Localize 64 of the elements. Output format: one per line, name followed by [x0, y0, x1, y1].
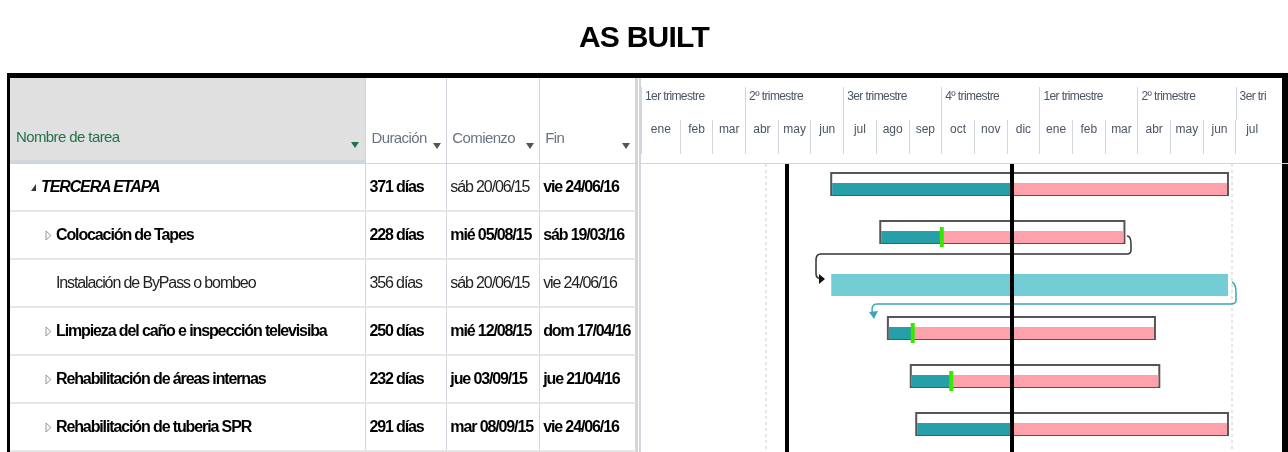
table-cell-text: vie 24/06/16	[543, 177, 619, 197]
month-label: ene	[1046, 121, 1067, 138]
table-cell-text: 371 días	[369, 177, 424, 197]
task-name: Rehabilitación de tuberia SPR	[56, 417, 252, 437]
table-cell-text: sáb 20/06/15	[450, 273, 530, 293]
table-cell-text: 228 días	[369, 225, 424, 245]
task-name: TERCERA ETAPA	[41, 177, 160, 197]
page-title: AS BUILT	[578, 19, 710, 55]
month-label: abr	[753, 121, 771, 138]
table-cell-text: 356 días	[369, 273, 422, 293]
month-label: jul	[1246, 121, 1259, 138]
month-label: mar	[718, 121, 740, 138]
dropdown-arrow-icon[interactable]	[351, 142, 360, 148]
quarter-label: 1er trimestre	[1043, 89, 1103, 103]
month-label: sep	[915, 121, 935, 138]
month-label: jun	[1211, 121, 1228, 138]
month-label: feb	[688, 121, 705, 138]
quarter-label: 1er trimestre	[645, 89, 705, 103]
column-header[interactable]: Comienzo	[447, 78, 541, 163]
task-name: Limpieza del caño e inspección televisiba	[56, 321, 327, 341]
summary-bar[interactable]	[830, 172, 1229, 196]
task-name: Instalación de ByPass o bombeo	[56, 273, 256, 293]
column-header[interactable]: Fin	[540, 78, 636, 163]
quarter-label: 4º trimestre	[945, 89, 1000, 103]
column-header[interactable]: Duración	[366, 78, 448, 163]
table-cell-text: vie 24/06/16	[543, 417, 619, 437]
summary-bar[interactable]	[886, 316, 1156, 340]
table-cell-text: jue 21/04/16	[543, 369, 620, 389]
summary-bar[interactable]	[915, 412, 1229, 436]
table-cell-text: jue 03/09/15	[450, 369, 527, 389]
quarter-label: 2º trimestre	[749, 89, 803, 103]
table-cell-text: sáb 19/03/16	[543, 225, 624, 245]
table-cell-text: 291 días	[369, 417, 424, 437]
task-name: Rehabilitación de áreas internas	[56, 369, 266, 389]
month-label: jul	[853, 121, 866, 138]
table-cell-text: dom 17/04/16	[543, 321, 631, 341]
month-label: dic	[1015, 121, 1032, 138]
dropdown-arrow-icon[interactable]	[433, 143, 442, 149]
month-label: may	[1175, 121, 1199, 138]
table-cell-text: 250 días	[369, 321, 424, 341]
table-cell-text: mié 05/08/15	[450, 225, 532, 245]
dropdown-arrow-icon[interactable]	[526, 143, 535, 149]
month-label: ene	[650, 121, 671, 138]
table-cell-text: mié 12/08/15	[450, 321, 532, 341]
table-cell-text: sáb 20/06/15	[450, 177, 530, 197]
summary-bar[interactable]	[879, 220, 1126, 244]
month-label: nov	[981, 121, 1001, 138]
quarter-label: 3er tri	[1239, 89, 1267, 103]
table-cell-text: mar 08/09/15	[450, 417, 533, 437]
task-name: Colocación de Tapes	[56, 225, 194, 245]
month-label: ago	[882, 121, 903, 138]
month-label: jun	[819, 121, 836, 138]
month-label: may	[783, 121, 806, 138]
quarter-label: 3er trimestre	[847, 89, 907, 103]
table-cell-text: 232 días	[369, 369, 424, 389]
month-label: feb	[1080, 121, 1098, 138]
month-label: mar	[1111, 121, 1132, 138]
month-label: oct	[950, 121, 967, 138]
month-label: abr	[1145, 121, 1163, 138]
quarter-label: 2º trimestre	[1141, 89, 1196, 103]
table-cell-text: vie 24/06/16	[543, 273, 617, 293]
summary-bar[interactable]	[909, 364, 1161, 388]
column-header[interactable]: Nombre de tarea	[10, 78, 367, 163]
dropdown-arrow-icon[interactable]	[622, 143, 630, 149]
